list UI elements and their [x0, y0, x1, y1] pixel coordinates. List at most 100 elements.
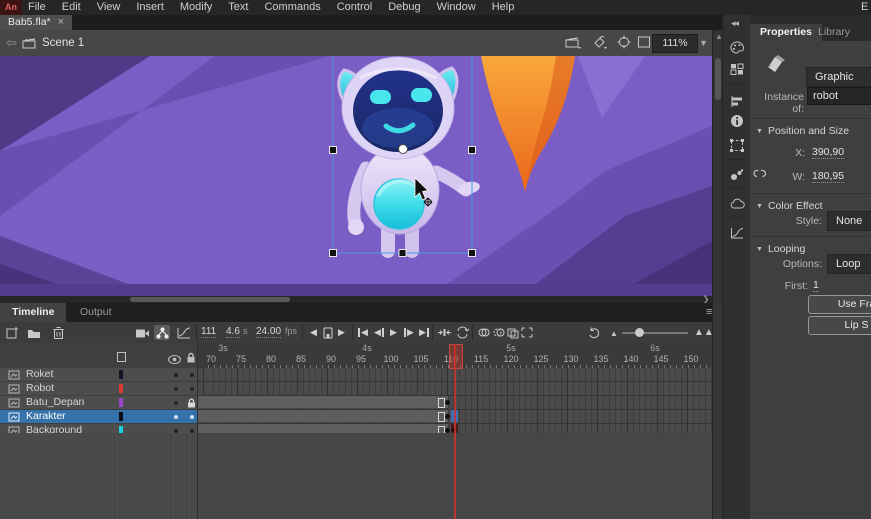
tab-timeline[interactable]: Timeline	[0, 303, 66, 322]
layer-visibility-dot[interactable]	[174, 415, 178, 419]
symbol-type-dropdown[interactable]: Graphic	[806, 67, 871, 87]
menu-modify[interactable]: Modify	[180, 0, 212, 15]
keyframe-dot[interactable]	[445, 414, 450, 419]
layer-row-robot[interactable]: Robot	[0, 382, 197, 396]
document-tab[interactable]: Bab5.fla* ×	[0, 15, 72, 30]
hscroll-thumb[interactable]	[130, 297, 290, 302]
layer-lock-dot[interactable]	[190, 387, 194, 391]
layer-row-batu-depan[interactable]: Batu_Depan	[0, 396, 197, 410]
elapsed-time-value[interactable]: 4.6	[226, 326, 240, 338]
play-button[interactable]: ▶	[390, 325, 397, 340]
layer-depth-button[interactable]	[176, 325, 192, 340]
timeline-zoom-in-button[interactable]: ▲▲	[694, 327, 714, 338]
close-tab-icon[interactable]: ×	[58, 15, 64, 30]
current-frame-value[interactable]: 111	[201, 326, 216, 338]
edit-scene-icon[interactable]	[565, 35, 583, 51]
menu-commands[interactable]: Commands	[264, 0, 320, 15]
menu-control[interactable]: Control	[337, 0, 372, 15]
step-back-button[interactable]: ◀	[310, 325, 317, 340]
creative-cloud-icon[interactable]	[729, 195, 745, 211]
layer-row-karakter[interactable]: Karakter	[0, 410, 197, 424]
link-width-height-icon[interactable]	[752, 167, 767, 185]
new-layer-button[interactable]	[4, 325, 20, 340]
first-frame-value[interactable]: 1	[813, 279, 819, 292]
keyframe-dot[interactable]	[445, 400, 450, 405]
brush-library-icon[interactable]	[729, 167, 745, 183]
menu-window[interactable]: Window	[437, 0, 476, 15]
step-forward-button[interactable]: ▶	[338, 325, 345, 340]
edit-symbols-icon[interactable]	[592, 35, 610, 51]
reset-timeline-zoom-button[interactable]	[586, 325, 602, 340]
color-palette-icon[interactable]	[729, 39, 745, 55]
scene-breadcrumb[interactable]: Scene 1	[42, 30, 84, 56]
zoom-dropdown-chevron-icon[interactable]: ▼	[699, 38, 708, 48]
menu-text[interactable]: Text	[228, 0, 248, 15]
layer-visibility-dot[interactable]	[174, 401, 178, 405]
go-to-last-frame-button[interactable]: ▶	[419, 325, 429, 340]
frame-rate-value[interactable]: 24.00	[256, 326, 281, 338]
camera-button[interactable]	[134, 325, 150, 340]
motion-editor-icon[interactable]	[729, 225, 745, 241]
x-value[interactable]: 390,90	[812, 146, 844, 159]
menu-file[interactable]: File	[28, 0, 46, 15]
stage-horizontal-scrollbar[interactable]: ❯	[0, 296, 712, 303]
timeline-zoom-out-button[interactable]: ▲	[610, 329, 618, 338]
vscroll-thumb[interactable]	[715, 58, 721, 100]
layer-lock-dot[interactable]	[190, 415, 194, 419]
layer-visibility-dot[interactable]	[174, 387, 178, 391]
tab-output[interactable]: Output	[68, 303, 124, 322]
playhead-handle[interactable]	[449, 344, 463, 369]
instance-of-input[interactable]: robot	[807, 87, 871, 105]
center-frame-icon[interactable]	[616, 35, 634, 51]
collapse-panels-icon[interactable]: ◂◂	[731, 18, 738, 29]
loop-options-dropdown[interactable]: Loop	[827, 254, 871, 274]
w-value[interactable]: 180,95	[812, 170, 844, 183]
timeline-zoom-slider[interactable]	[622, 332, 688, 334]
go-to-first-frame-button[interactable]: ◀	[358, 325, 368, 340]
layer-row-roket[interactable]: Roket	[0, 368, 197, 382]
layer-outline-swatch[interactable]	[119, 412, 123, 421]
section-looping[interactable]: Looping	[756, 243, 805, 255]
layer-outline-swatch[interactable]	[119, 398, 123, 407]
back-arrow-icon[interactable]: ⇦	[6, 36, 17, 50]
swatches-icon[interactable]	[729, 61, 745, 77]
visibility-column-icon[interactable]	[168, 351, 181, 369]
stage-canvas[interactable]	[0, 56, 712, 296]
layer-outline-swatch[interactable]	[119, 370, 123, 379]
transform-icon[interactable]	[729, 137, 745, 153]
modify-markers-button[interactable]	[519, 325, 535, 340]
previous-keyframe-button[interactable]: ◀	[374, 325, 384, 340]
tab-library[interactable]: Library	[808, 24, 860, 41]
next-keyframe-button[interactable]: ▶	[404, 325, 414, 340]
layer-lock-dot[interactable]	[190, 373, 194, 377]
center-playhead-button[interactable]	[436, 325, 452, 340]
frame-span[interactable]	[198, 410, 449, 422]
loop-playback-button[interactable]	[454, 325, 470, 340]
menu-edit[interactable]: Edit	[62, 0, 81, 15]
layer-visibility-dot[interactable]	[174, 373, 178, 377]
timeline-zoom-handle[interactable]	[635, 328, 644, 337]
stage-zoom-input[interactable]: 111%	[652, 34, 698, 53]
layer-outline-swatch[interactable]	[119, 384, 123, 393]
onion-skin-button[interactable]	[476, 325, 492, 340]
outline-column-icon[interactable]	[117, 352, 126, 362]
section-position-and-size[interactable]: Position and Size	[756, 125, 849, 137]
frame-span[interactable]	[198, 396, 449, 408]
menu-view[interactable]: View	[97, 0, 121, 15]
menu-insert[interactable]: Insert	[136, 0, 164, 15]
lock-column-icon[interactable]	[186, 350, 196, 368]
menu-help[interactable]: Help	[492, 0, 515, 15]
layer-parenting-button[interactable]	[154, 325, 170, 340]
loop-range-button[interactable]	[323, 325, 333, 340]
use-frame-picker-button[interactable]: Use Fra	[808, 295, 871, 314]
lip-syncing-button[interactable]: Lip S	[808, 316, 871, 335]
section-color-effect[interactable]: Color Effect	[756, 200, 823, 212]
menu-debug[interactable]: Debug	[388, 0, 420, 15]
align-icon[interactable]	[729, 93, 745, 109]
new-folder-button[interactable]	[26, 325, 42, 340]
workspace-button[interactable]: E	[861, 0, 871, 15]
info-icon[interactable]	[729, 113, 745, 129]
delete-layer-button[interactable]	[50, 325, 66, 340]
style-dropdown[interactable]: None	[827, 211, 871, 231]
playhead-line[interactable]	[454, 344, 456, 519]
